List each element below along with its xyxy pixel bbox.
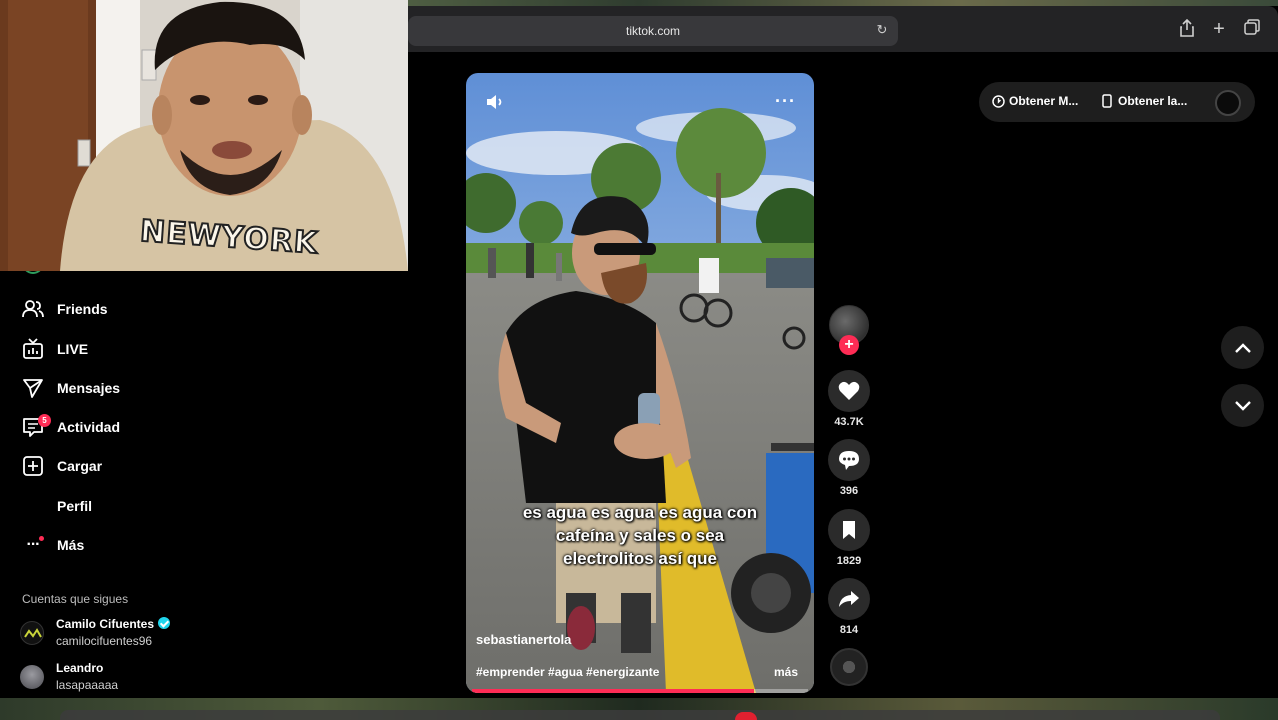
live-icon	[22, 338, 44, 360]
more-icon: ···	[22, 534, 44, 556]
comment-count: 396	[839, 485, 859, 497]
sidebar-item-label: LIVE	[57, 341, 89, 357]
sidebar-item-label: Cargar	[57, 458, 103, 474]
verified-icon	[158, 617, 171, 629]
account-handle: camilocifuentes96	[56, 634, 153, 648]
video-progress-bar[interactable]	[472, 689, 808, 693]
new-tab-icon[interactable]: +	[1209, 19, 1229, 39]
comment-action[interactable]: 396	[828, 439, 870, 497]
sidebar-item-upload[interactable]: Cargar	[22, 452, 102, 480]
sidebar-item-profile[interactable]: Perfil	[22, 492, 92, 520]
profile-icon	[22, 495, 44, 517]
pill-item-label: Obtener M...	[1009, 94, 1079, 108]
share-button[interactable]	[828, 578, 870, 620]
following-account-item[interactable]: Leandro lasapaaaaa	[20, 661, 280, 697]
notification-dot	[39, 536, 44, 541]
video-hashtags[interactable]: #emprender #agua #energizante	[476, 665, 659, 679]
tab-overview-icon[interactable]	[1242, 19, 1262, 39]
save-action[interactable]: 1829	[828, 509, 870, 567]
volume-icon[interactable]	[484, 91, 506, 113]
avatar	[20, 621, 44, 645]
sidebar-item-label: Perfil	[57, 498, 93, 514]
chevron-up-icon	[1234, 342, 1251, 353]
previous-video-button[interactable]	[1221, 326, 1264, 369]
messages-icon	[22, 377, 44, 399]
sidebar-item-label: Más	[57, 537, 85, 553]
avatar	[20, 665, 44, 689]
creator-avatar-button[interactable]: +	[828, 305, 870, 355]
address-bar[interactable]: tiktok.com ↻	[408, 16, 898, 46]
video-caption: es agua es agua es agua con cafeína y sa…	[466, 501, 814, 570]
comment-icon	[839, 451, 859, 470]
chevron-down-icon	[1234, 400, 1251, 411]
following-accounts-title: Cuentas que sigues	[22, 592, 129, 606]
reload-icon[interactable]: ↻	[874, 22, 890, 38]
next-video-button[interactable]	[1221, 384, 1264, 427]
sidebar-item-label: Friends	[57, 301, 108, 317]
share-icon[interactable]	[1177, 18, 1197, 39]
caption-line: electrolitos así que	[563, 549, 717, 568]
share-count: 814	[839, 624, 859, 636]
video-author[interactable]: sebastianertola	[476, 632, 571, 647]
share-action[interactable]: 814	[828, 578, 870, 636]
user-avatar-button[interactable]	[1215, 90, 1241, 116]
account-handle: lasapaaaaa	[56, 678, 119, 692]
webcam-overlay: NEWYORK	[0, 0, 408, 271]
like-count: 43.7K	[834, 416, 864, 428]
dock	[60, 710, 1220, 720]
sidebar-item-live[interactable]: LIVE	[22, 335, 88, 363]
heart-icon	[838, 381, 860, 400]
phone-icon	[1100, 94, 1114, 108]
caption-line: es agua es agua es agua con	[522, 503, 758, 522]
save-button[interactable]	[828, 509, 870, 551]
more-description-button[interactable]: más	[774, 665, 798, 679]
more-options-icon[interactable]: ···	[775, 91, 796, 112]
sidebar-item-friends[interactable]: Friends	[22, 295, 108, 323]
get-app-button[interactable]: Obtener la...	[1100, 94, 1187, 108]
caption-line: cafeína y sales o sea	[555, 526, 725, 545]
sound-disc[interactable]	[828, 648, 870, 686]
bookmark-icon	[843, 521, 855, 539]
video-frame	[466, 73, 814, 693]
following-account-item[interactable]: Camilo Cifuentes camilocifuentes96	[20, 617, 280, 653]
dock-app-icon[interactable]	[735, 712, 757, 720]
coin-icon	[991, 94, 1005, 108]
activity-icon: 5	[22, 414, 51, 438]
sidebar-item-messages[interactable]: Mensajes	[22, 374, 120, 402]
friends-icon	[22, 298, 44, 320]
video-progress-fill	[472, 689, 755, 693]
sidebar-item-more[interactable]: ··· Más	[22, 531, 84, 559]
url-text: tiktok.com	[625, 24, 680, 38]
upload-icon	[22, 455, 44, 477]
activity-badge: 5	[38, 414, 51, 427]
save-count: 1829	[836, 555, 862, 567]
follow-plus-icon[interactable]: +	[839, 335, 859, 355]
video-player[interactable]: ··· es agua es agua es agua con cafeína …	[466, 73, 814, 693]
account-name: Leandro	[56, 661, 104, 675]
get-coins-button[interactable]: Obtener M...	[991, 94, 1078, 108]
like-action[interactable]: 43.7K	[828, 370, 870, 428]
like-button[interactable]	[828, 370, 870, 412]
pill-item-label: Obtener la...	[1118, 94, 1188, 108]
account-name-row: Camilo Cifuentes	[56, 617, 171, 631]
share-arrow-icon	[839, 591, 859, 607]
sidebar-item-activity[interactable]: 5 Actividad	[22, 413, 120, 441]
comment-button[interactable]	[828, 439, 870, 481]
account-name: Camilo Cifuentes	[56, 617, 155, 631]
sidebar-item-label: Actividad	[57, 419, 121, 435]
get-app-pill: Obtener M... Obtener la...	[979, 82, 1255, 122]
sidebar-item-label: Mensajes	[57, 380, 121, 396]
music-disc-icon	[830, 648, 868, 686]
